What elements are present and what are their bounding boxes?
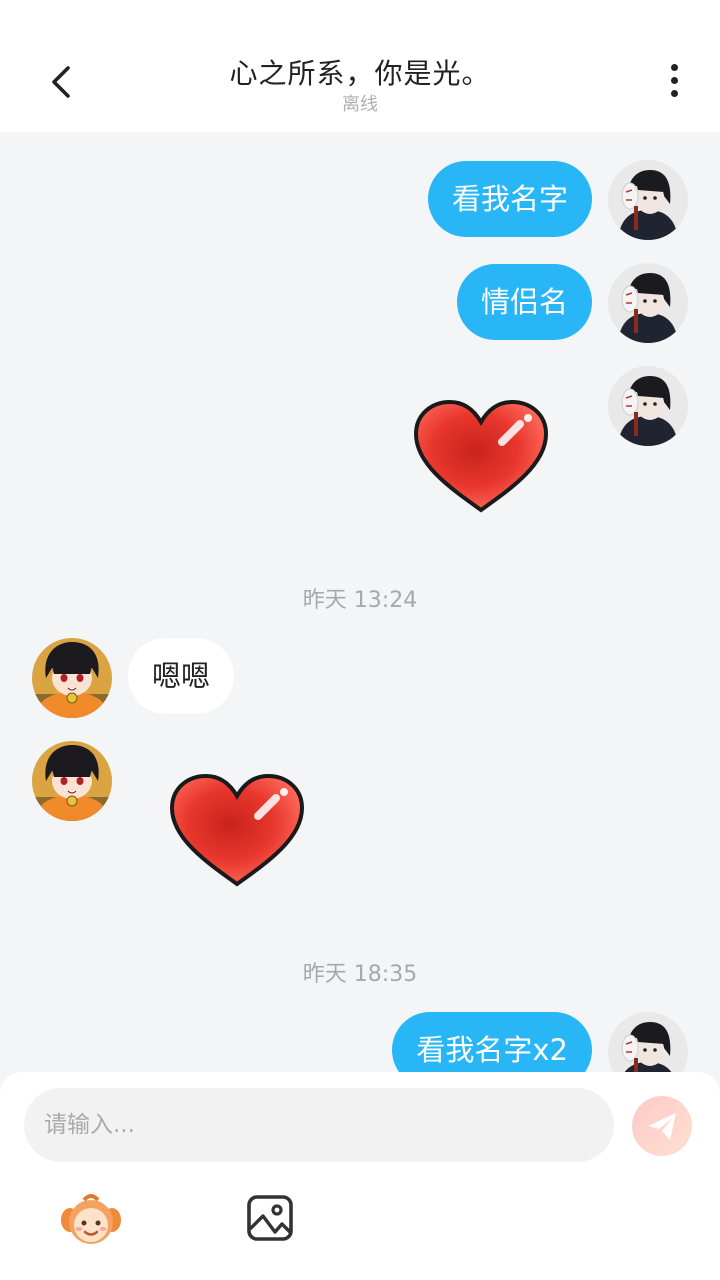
chat-title: 心之所系，你是光。 bbox=[229, 57, 491, 90]
emoji-icon bbox=[61, 1194, 121, 1244]
online-status: 离线 bbox=[342, 94, 378, 115]
message-bubble-incoming[interactable]: 嗯嗯 bbox=[128, 638, 235, 714]
send-button[interactable] bbox=[632, 1096, 692, 1156]
chat-screen: 心之所系，你是光。 离线 看我名字 情侣名 昨天 13:24 嗯嗯 昨天 18:… bbox=[0, 0, 720, 1280]
image-button[interactable] bbox=[246, 1194, 294, 1242]
image-icon bbox=[247, 1195, 293, 1241]
contact-avatar[interactable] bbox=[32, 638, 112, 718]
heart-sticker[interactable] bbox=[166, 772, 308, 890]
my-avatar[interactable] bbox=[608, 263, 688, 343]
message-timestamp: 昨天 13:24 bbox=[302, 588, 418, 613]
message-bubble-outgoing[interactable]: 情侣名 bbox=[456, 264, 592, 340]
my-avatar[interactable] bbox=[608, 160, 688, 240]
emoji-button[interactable] bbox=[60, 1190, 122, 1248]
my-avatar[interactable] bbox=[608, 1012, 688, 1072]
chat-header: 心之所系，你是光。 离线 bbox=[0, 0, 720, 132]
send-icon bbox=[648, 1113, 676, 1140]
message-list[interactable]: 看我名字 情侣名 昨天 13:24 嗯嗯 昨天 18:35 看我名字x2 bbox=[0, 132, 720, 1072]
more-options-button[interactable] bbox=[658, 64, 690, 104]
composer-bar bbox=[0, 1072, 720, 1280]
message-bubble-outgoing[interactable]: 看我名字x2 bbox=[392, 1012, 592, 1072]
message-timestamp: 昨天 18:35 bbox=[302, 962, 418, 987]
contact-avatar[interactable] bbox=[32, 741, 112, 821]
heart-sticker[interactable] bbox=[410, 398, 552, 516]
message-bubble-outgoing[interactable]: 看我名字 bbox=[427, 161, 592, 237]
more-vertical-icon bbox=[658, 64, 690, 97]
my-avatar[interactable] bbox=[608, 366, 688, 446]
message-input[interactable] bbox=[24, 1088, 614, 1162]
